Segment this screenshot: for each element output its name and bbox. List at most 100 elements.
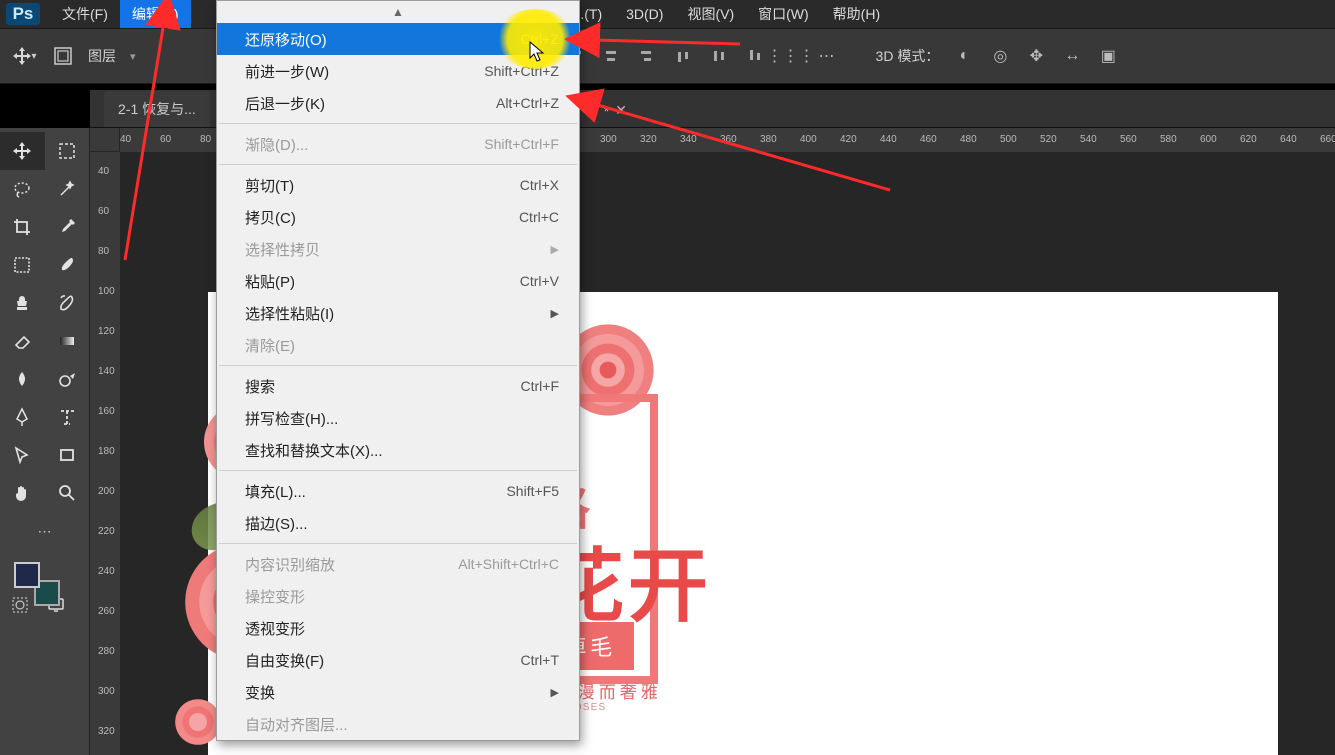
3d-pan-icon[interactable]: ✥ [1025,45,1047,67]
menu-window[interactable]: 窗口(W) [746,0,821,28]
menu-item[interactable]: 查找和替换文本(X)... [217,434,579,466]
menu-item-shortcut: Ctrl+Z [521,31,560,47]
menu-item-shortcut: Shift+Ctrl+F [484,136,559,152]
menu-separator [219,164,577,165]
menu-item[interactable]: 填充(L)... Shift+F5 [217,475,579,507]
menu-item[interactable]: 后退一步(K) Alt+Ctrl+Z [217,87,579,119]
menu-separator [219,470,577,471]
menu-item-label: 操控变形 [245,586,305,607]
ruler-tick: 60 [98,206,109,217]
eraser-tool[interactable] [0,322,45,360]
lasso-tool[interactable] [0,170,45,208]
menu-item-label: 描边(S)... [245,513,308,534]
ruler-tick: 260 [98,606,115,617]
menu-item: 内容识别缩放Alt+Shift+Ctrl+C [217,548,579,580]
blur-tool[interactable] [0,360,45,398]
menu-item[interactable]: 拷贝(C)Ctrl+C [217,201,579,233]
history-brush-tool[interactable] [45,284,90,322]
more-options-icon[interactable]: ⋯ [816,45,838,67]
menu-separator [219,123,577,124]
layer-dropdown[interactable]: 图层 [88,46,116,66]
menu-item-label: 查找和替换文本(X)... [245,440,383,461]
tab-close-icon[interactable]: ✕ [615,102,627,119]
crop-tool[interactable] [0,208,45,246]
ruler-tick: 600 [1200,134,1217,145]
menu-help[interactable]: 帮助(H) [821,0,892,28]
rectangle-tool[interactable] [45,436,90,474]
menu-item-shortcut: Shift+F5 [506,483,559,499]
edit-toolbar[interactable]: ⋯ [0,512,89,550]
menu-item-label: 填充(L)... [245,481,306,502]
menu-item[interactable]: 自由变换(F)Ctrl+T [217,644,579,676]
move-tool-icon [11,45,33,67]
pen-tool[interactable] [0,398,45,436]
gradient-tool[interactable] [45,322,90,360]
auto-select-icon[interactable] [52,45,74,67]
align-center-v-icon[interactable] [708,45,730,67]
vertical-ruler[interactable]: 4060801001201401601802002202402602803003… [90,152,120,755]
document-tab[interactable]: 2-1 恢复与... [104,91,210,127]
menu-item[interactable]: 变换▶ [217,676,579,708]
menu-item[interactable]: 搜索Ctrl+F [217,370,579,402]
menubar: Ps 文件(F) 编辑(E) ...(T) 3D(D) 视图(V) 窗口(W) … [0,0,1335,28]
menu-item-label: 拼写检查(H)... [245,408,338,429]
marquee-tool[interactable] [45,132,90,170]
menu-item-shortcut: Alt+Ctrl+Z [496,95,559,111]
3d-zoom-icon[interactable]: ▣ [1097,45,1119,67]
menu-item-label: 后退一步(K) [245,93,325,114]
ruler-tick: 120 [98,326,115,337]
align-top-icon[interactable] [672,45,694,67]
menu-item[interactable]: 拼写检查(H)... [217,402,579,434]
menu-item[interactable]: 粘贴(P)Ctrl+V [217,265,579,297]
move-tool[interactable] [0,132,45,170]
menu-file[interactable]: 文件(F) [50,0,120,28]
ruler-tick: 320 [640,134,657,145]
hand-tool[interactable] [0,474,45,512]
clone-stamp-tool[interactable] [0,284,45,322]
3d-slide-icon[interactable]: ↔ [1061,45,1083,67]
move-tool-indicator[interactable]: ▾ [10,42,38,70]
color-swatches[interactable] [0,558,89,616]
ruler-tick: 240 [98,566,115,577]
align-bottom-icon[interactable] [744,45,766,67]
ruler-tick: 340 [680,134,697,145]
menu-item-label: 还原移动(O) [245,29,327,50]
zoom-tool[interactable] [45,474,90,512]
ruler-tick: 620 [1240,134,1257,145]
menu-item-label: 清除(E) [245,335,295,356]
ruler-tick: 520 [1040,134,1057,145]
menu-3d[interactable]: 3D(D) [614,2,675,26]
ruler-tick: 420 [840,134,857,145]
menu-scroll-up-icon[interactable]: ▲ [217,1,579,23]
menu-item[interactable]: 前进一步(W)Shift+Ctrl+Z [217,55,579,87]
brush-tool[interactable] [45,246,90,284]
menu-item[interactable]: 描边(S)... [217,507,579,539]
menu-item-label: 内容识别缩放 [245,554,335,575]
menu-item-label: 选择性拷贝 [245,239,320,260]
magic-wand-tool[interactable] [45,170,90,208]
ruler-tick: 80 [98,246,109,257]
frame-tool[interactable] [0,246,45,284]
distribute-icon[interactable]: ⋮⋮⋮ [780,45,802,67]
3d-orbit-icon[interactable]: ◐ [953,45,975,67]
align-center-h-icon[interactable] [600,45,622,67]
ruler-tick: 180 [98,446,115,457]
eyedropper-tool[interactable] [45,208,90,246]
submenu-arrow-icon: ▶ [551,243,559,256]
menu-item[interactable]: 剪切(T)Ctrl+X [217,169,579,201]
menu-item[interactable]: 还原移动(O) Ctrl+Z [217,23,579,55]
align-right-icon[interactable] [636,45,658,67]
dodge-tool[interactable] [45,360,90,398]
menu-separator [219,365,577,366]
menu-view[interactable]: 视图(V) [675,0,746,28]
ruler-origin[interactable] [90,128,120,152]
3d-roll-icon[interactable]: ◎ [989,45,1011,67]
menu-item-shortcut: Shift+Ctrl+Z [484,63,559,79]
path-selection-tool[interactable] [0,436,45,474]
menu-item[interactable]: 透视变形 [217,612,579,644]
menu-edit[interactable]: 编辑(E) [120,0,191,28]
menu-item-shortcut: Ctrl+T [521,652,560,668]
type-tool[interactable] [45,398,90,436]
foreground-color-swatch[interactable] [14,562,40,588]
menu-item[interactable]: 选择性粘贴(I)▶ [217,297,579,329]
